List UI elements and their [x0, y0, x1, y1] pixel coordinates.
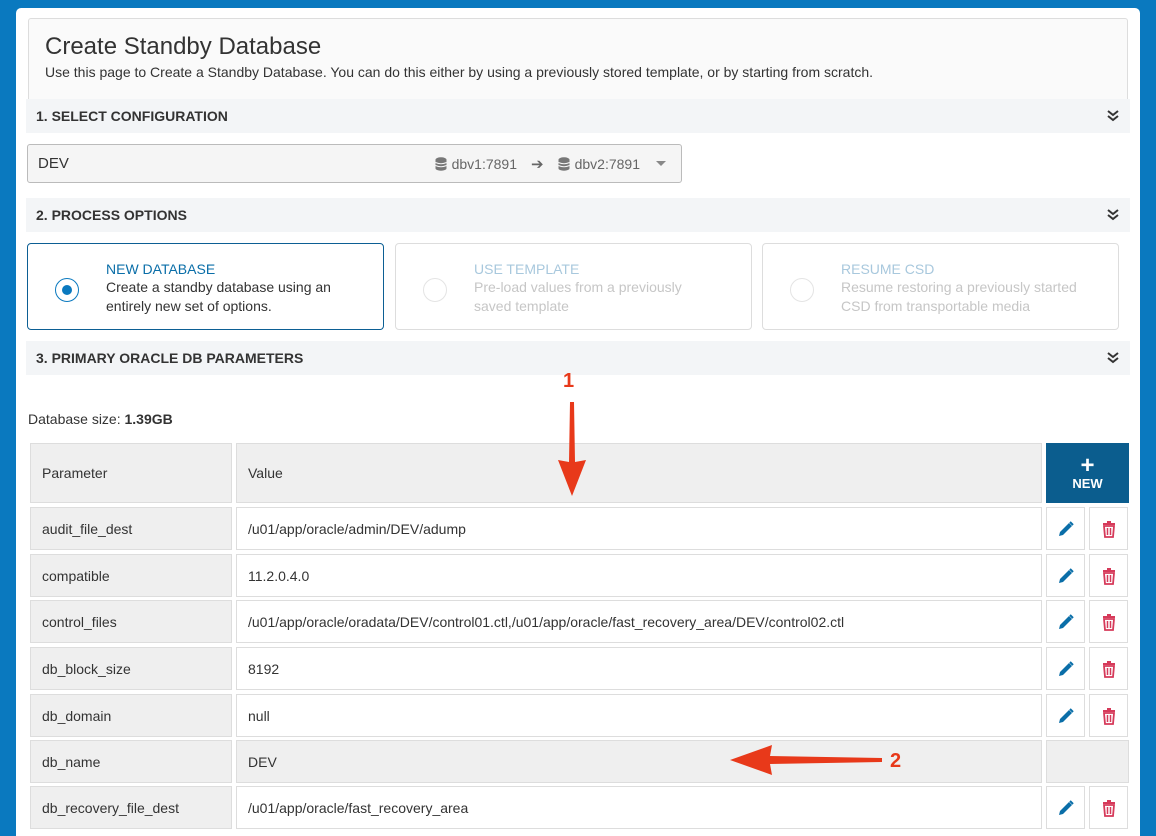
column-header-parameter: Parameter: [30, 443, 232, 503]
option-description: Resume restoring a previously started: [841, 279, 1077, 295]
value-cell: /u01/app/oracle/admin/DEV/adump: [236, 507, 1042, 550]
value-cell: null: [236, 694, 1042, 737]
option-title: RESUME CSD: [841, 261, 935, 277]
main-panel: Create Standby Database Use this page to…: [16, 8, 1140, 836]
pencil-icon: [1058, 660, 1074, 676]
section-title: 1. SELECT CONFIGURATION: [36, 108, 228, 124]
pencil-icon: [1058, 520, 1074, 536]
table-row: db_name DEV: [30, 740, 1130, 783]
table-row: compatible 11.2.0.4.0: [30, 554, 1130, 597]
radio-use-template[interactable]: [423, 278, 447, 302]
column-header-value: Value: [236, 443, 1042, 503]
edit-button[interactable]: [1046, 600, 1085, 643]
trash-icon: [1102, 520, 1115, 538]
value-cell: /u01/app/oracle/fast_recovery_area: [236, 786, 1042, 829]
annotation-number-1: 1: [563, 370, 575, 392]
database-size: Database size: 1.39GB: [28, 411, 173, 427]
new-parameter-button[interactable]: + NEW: [1046, 443, 1129, 503]
arrow-right-icon: ➔: [531, 155, 544, 173]
target-host: dbv2:7891: [557, 156, 640, 172]
parameter-cell: compatible: [30, 554, 232, 597]
delete-button[interactable]: [1089, 600, 1128, 643]
plus-icon: +: [1080, 451, 1095, 479]
page-header: Create Standby Database Use this page to…: [28, 18, 1128, 102]
database-icon: [434, 156, 447, 171]
parameter-cell: db_recovery_file_dest: [30, 786, 232, 829]
parameter-cell: audit_file_dest: [30, 507, 232, 550]
section-process-options[interactable]: 2. PROCESS OPTIONS: [26, 198, 1130, 232]
delete-button[interactable]: [1089, 554, 1128, 597]
trash-icon: [1102, 567, 1115, 585]
delete-button[interactable]: [1089, 647, 1128, 690]
option-description: Pre-load values from a previously: [474, 279, 682, 295]
option-use-template[interactable]: USE TEMPLATE Pre-load values from a prev…: [395, 243, 752, 330]
option-title: USE TEMPLATE: [474, 261, 580, 277]
double-chevron-down-icon[interactable]: [1106, 109, 1120, 123]
edit-button[interactable]: [1046, 786, 1085, 829]
option-description: Create a standby database using an: [106, 279, 331, 295]
parameter-cell: db_domain: [30, 694, 232, 737]
radio-resume-csd[interactable]: [790, 278, 814, 302]
pencil-icon: [1058, 799, 1074, 815]
edit-button[interactable]: [1046, 647, 1085, 690]
configuration-select[interactable]: DEV dbv1:7891 ➔ dbv2:7891: [27, 144, 682, 183]
edit-button[interactable]: [1046, 507, 1085, 550]
option-title: NEW DATABASE: [106, 261, 216, 277]
delete-button[interactable]: [1089, 507, 1128, 550]
value-cell: /u01/app/oracle/oradata/DEV/control01.ct…: [236, 600, 1042, 643]
edit-button[interactable]: [1046, 694, 1085, 737]
table-row: db_block_size 8192: [30, 647, 1130, 690]
configuration-select-value: DEV: [38, 155, 69, 172]
parameter-cell: db_block_size: [30, 647, 232, 690]
value-cell: 8192: [236, 647, 1042, 690]
trash-icon: [1102, 660, 1115, 678]
table-row: audit_file_dest /u01/app/oracle/admin/DE…: [30, 507, 1130, 550]
section-title: 2. PROCESS OPTIONS: [36, 207, 187, 223]
section-title: 3. PRIMARY ORACLE DB PARAMETERS: [36, 350, 304, 366]
page-subtitle: Use this page to Create a Standby Databa…: [45, 64, 874, 80]
delete-button[interactable]: [1089, 694, 1128, 737]
parameter-cell: db_name: [30, 740, 232, 783]
table-row: db_recovery_file_dest /u01/app/oracle/fa…: [30, 786, 1130, 829]
option-description: CSD from transportable media: [841, 298, 1031, 314]
annotation-number-2: 2: [890, 750, 902, 772]
chevron-down-icon[interactable]: [656, 161, 666, 166]
database-icon: [557, 156, 570, 171]
pencil-icon: [1058, 707, 1074, 723]
table-row: control_files /u01/app/oracle/oradata/DE…: [30, 600, 1130, 643]
section-primary-db-parameters[interactable]: 3. PRIMARY ORACLE DB PARAMETERS: [26, 341, 1130, 375]
delete-button[interactable]: [1089, 786, 1128, 829]
pencil-icon: [1058, 567, 1074, 583]
source-host: dbv1:7891: [434, 156, 517, 172]
value-cell: DEV: [236, 740, 1042, 783]
double-chevron-down-icon[interactable]: [1106, 351, 1120, 365]
section-select-configuration[interactable]: 1. SELECT CONFIGURATION: [26, 99, 1130, 133]
trash-icon: [1102, 613, 1115, 631]
annotation-arrow-down: [558, 402, 586, 496]
option-description: entirely new set of options.: [106, 298, 272, 314]
value-cell: 11.2.0.4.0: [236, 554, 1042, 597]
trash-icon: [1102, 799, 1115, 817]
page-title: Create Standby Database: [45, 33, 322, 60]
option-description: saved template: [474, 298, 569, 314]
database-size-value: 1.39GB: [124, 411, 173, 427]
pencil-icon: [1058, 613, 1074, 629]
option-new-database[interactable]: NEW DATABASE Create a standby database u…: [27, 243, 384, 330]
trash-icon: [1102, 707, 1115, 725]
edit-button[interactable]: [1046, 554, 1085, 597]
option-resume-csd[interactable]: RESUME CSD Resume restoring a previously…: [762, 243, 1119, 330]
table-row: db_domain null: [30, 694, 1130, 737]
double-chevron-down-icon[interactable]: [1106, 208, 1120, 222]
annotation-arrow-left: [730, 745, 882, 775]
parameter-cell: control_files: [30, 600, 232, 643]
radio-new-database[interactable]: [55, 278, 79, 302]
empty-action-cell: [1046, 740, 1129, 783]
